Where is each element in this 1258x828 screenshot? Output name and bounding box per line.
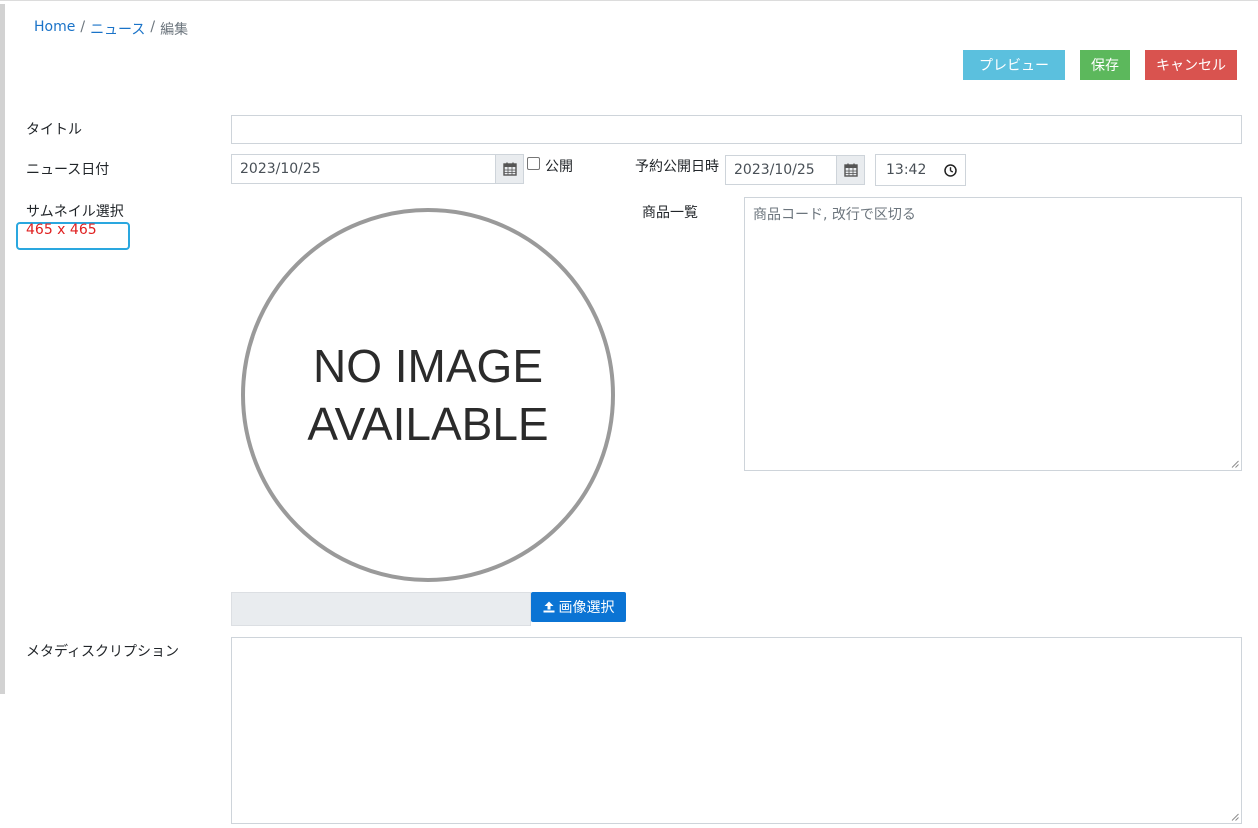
scheduled-publish-label: 予約公開日時	[635, 159, 719, 175]
product-list-label: 商品一覧	[642, 205, 698, 221]
thumbnail-file-field[interactable]	[231, 592, 531, 626]
resize-handle-icon[interactable]	[1231, 813, 1239, 821]
thumbnail-label: サムネイル選択	[26, 204, 124, 220]
meta-description-label: メタディスクリプション	[26, 644, 180, 660]
top-border	[0, 0, 1258, 4]
preview-button[interactable]: プレビュー	[963, 50, 1065, 80]
thumbnail-size-hint: 465 x 465	[26, 222, 97, 238]
product-list-placeholder: 商品コード, 改行で区切る	[753, 207, 916, 223]
select-image-button[interactable]: 画像選択	[531, 592, 626, 622]
breadcrumb-separator: /	[150, 19, 156, 35]
meta-description-textarea[interactable]	[231, 637, 1242, 824]
select-image-label: 画像選択	[558, 600, 615, 616]
upload-icon	[543, 601, 554, 613]
news-date-input[interactable]: 2023/10/25	[231, 154, 496, 184]
breadcrumb-current: 編集	[160, 22, 189, 38]
publish-checkbox[interactable]	[527, 157, 540, 170]
breadcrumb-home-link[interactable]: Home	[34, 19, 75, 39]
scheduled-date-calendar-button[interactable]	[836, 155, 865, 185]
clock-icon[interactable]	[944, 163, 958, 177]
no-image-text-line1: NO IMAGE	[312, 340, 544, 392]
scheduled-date-input[interactable]: 2023/10/25	[725, 155, 837, 185]
publish-label: 公開	[545, 159, 573, 175]
news-date-calendar-button[interactable]	[495, 154, 524, 184]
breadcrumb-news-link[interactable]: ニュース	[90, 19, 145, 39]
breadcrumb: Home / ニュース / 編集	[34, 19, 188, 39]
cancel-button[interactable]: キャンセル	[1145, 50, 1237, 80]
breadcrumb-separator: /	[80, 19, 86, 35]
title-input[interactable]	[231, 115, 1242, 144]
left-scroll-rail	[0, 4, 5, 694]
no-image-text-line2: AVAILABLE	[307, 398, 549, 450]
title-label: タイトル	[26, 122, 82, 138]
news-date-label: ニュース日付	[26, 162, 110, 178]
product-list-textarea[interactable]: 商品コード, 改行で区切る	[744, 197, 1242, 471]
resize-handle-icon[interactable]	[1231, 460, 1239, 468]
calendar-icon	[502, 162, 517, 176]
scheduled-time-input[interactable]: 13:42	[875, 154, 966, 186]
save-button[interactable]: 保存	[1080, 50, 1130, 80]
scheduled-time-value: 13:42	[886, 162, 927, 178]
calendar-icon	[843, 163, 858, 177]
thumbnail-preview[interactable]: NO IMAGE AVAILABLE	[241, 208, 615, 582]
